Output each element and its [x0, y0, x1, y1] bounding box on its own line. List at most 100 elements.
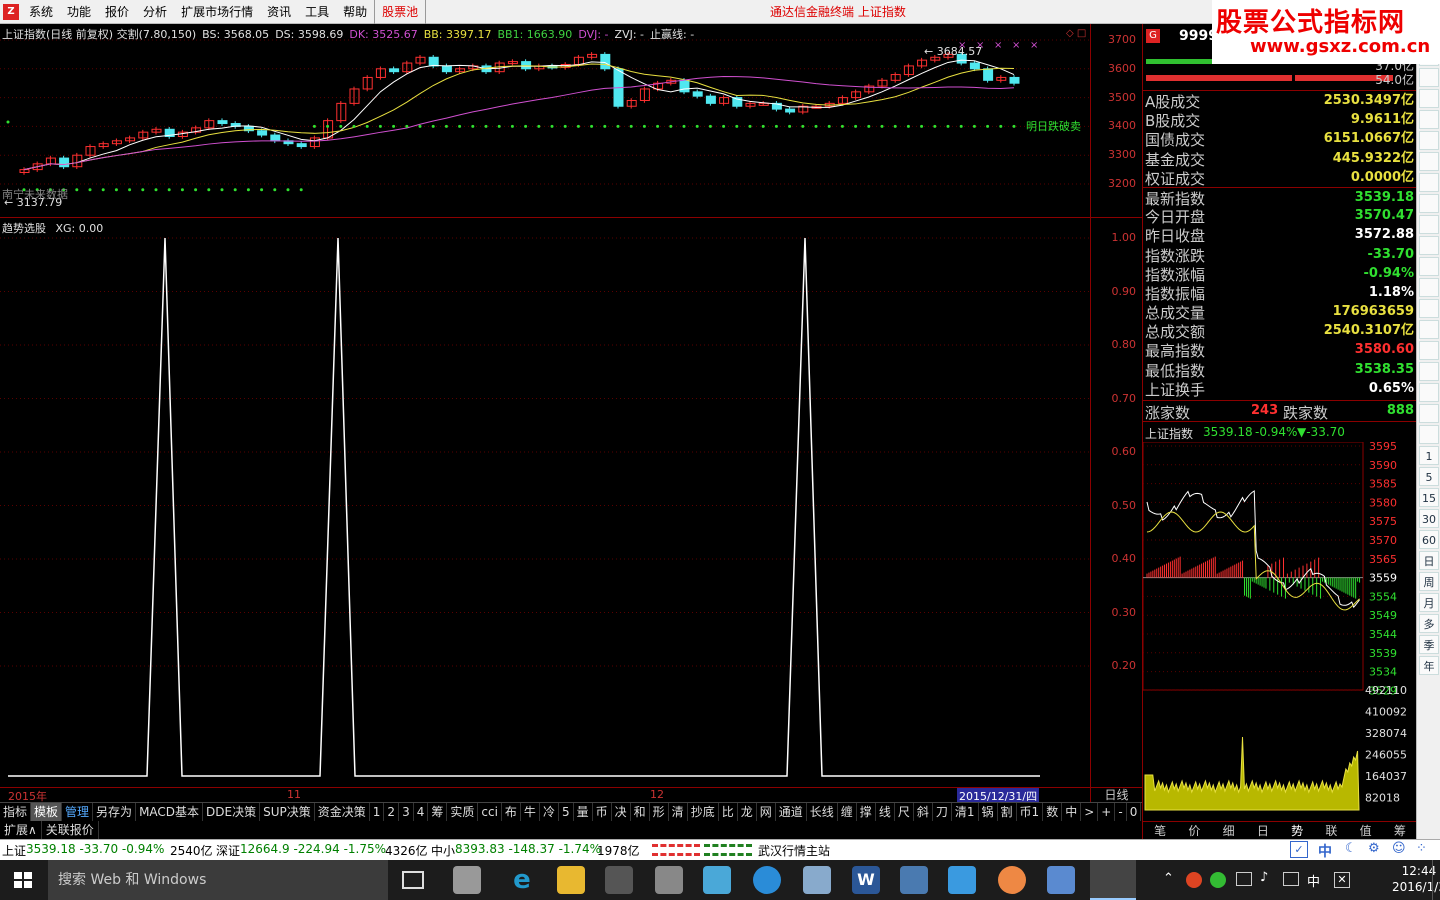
tab-15[interactable]: 布 — [502, 803, 521, 821]
f2-icon[interactable] — [1419, 131, 1439, 150]
tab-10[interactable]: 3 — [399, 803, 414, 821]
pen-icon[interactable] — [1419, 341, 1439, 360]
tab-13[interactable]: 实质 — [447, 803, 479, 821]
tab-8[interactable]: 1 — [370, 803, 385, 821]
file-explorer-icon[interactable] — [557, 866, 585, 894]
tab-3[interactable]: 另存为 — [93, 803, 137, 821]
tab-44[interactable]: + — [1098, 803, 1116, 821]
indicator-chart[interactable]: 趋势选股 XG: 0.00 — [0, 217, 1090, 787]
menu-item-6[interactable]: 工具 — [298, 0, 336, 24]
list-icon[interactable] — [1419, 89, 1439, 108]
period-button-日[interactable]: 日 — [1419, 551, 1439, 570]
tab-19[interactable]: 量 — [574, 803, 593, 821]
edge-browser-icon[interactable]: e — [508, 866, 536, 894]
kline-chart[interactable]: × × × × × ← 3684.57 ← 3137.79 明日跌破卖 南宁未来数据 ◇ □ 上证… — [0, 24, 1090, 217]
tab-17[interactable]: 冷 — [540, 803, 559, 821]
tab-24[interactable]: 清 — [669, 803, 688, 821]
taskbar-ime[interactable]: 中 — [1307, 871, 1320, 890]
calculator-icon[interactable] — [655, 866, 683, 894]
stock-app-active-icon[interactable] — [1090, 860, 1136, 900]
user-icon[interactable]: ☺ — [1392, 841, 1406, 856]
browser-app-icon[interactable] — [998, 866, 1026, 894]
period-button-多[interactable]: 多 — [1419, 614, 1439, 633]
expand-button[interactable]: 扩展∧ — [0, 821, 42, 839]
f3-icon[interactable] — [1419, 152, 1439, 171]
show-desktop-button[interactable] — [1432, 860, 1440, 900]
quote-tab-5[interactable]: 联 — [1314, 822, 1348, 839]
sh-index[interactable]: 3539.18 -33.70 -0.94% — [26, 842, 164, 856]
rsi-icon[interactable] — [1419, 299, 1439, 318]
check-icon[interactable]: ✓ — [1290, 841, 1308, 858]
f5-icon[interactable] — [1419, 194, 1439, 213]
quote-tab-0[interactable]: 笔 — [1143, 822, 1177, 839]
tab-27[interactable]: 龙 — [738, 803, 757, 821]
menu-item-5[interactable]: 资讯 — [260, 0, 298, 24]
period-button-1[interactable]: 1 — [1419, 446, 1439, 465]
tab-32[interactable]: 撑 — [857, 803, 876, 821]
tab-16[interactable]: 牛 — [521, 803, 540, 821]
grid-icon[interactable] — [1419, 68, 1439, 87]
tab-33[interactable]: 线 — [876, 803, 895, 821]
tab-1[interactable]: 模板 — [31, 803, 63, 821]
menu-item-7[interactable]: 帮助 — [336, 0, 374, 24]
tray-app-icon-1[interactable] — [1186, 872, 1202, 888]
tab-25[interactable]: 抄底 — [688, 803, 719, 821]
list2-icon[interactable] — [1419, 425, 1439, 444]
period-button-30[interactable]: 30 — [1419, 509, 1439, 528]
photos-app-icon[interactable] — [453, 866, 481, 894]
f4-icon[interactable] — [1419, 173, 1439, 192]
moon-icon[interactable]: ☾ — [1345, 841, 1357, 856]
tab-12[interactable]: 筹 — [428, 803, 448, 821]
tab-11[interactable]: 4 — [414, 803, 429, 821]
period-button-周[interactable]: 周 — [1419, 572, 1439, 591]
tab-43[interactable]: > — [1081, 803, 1099, 821]
menu-item-4[interactable]: 扩展市场行情 — [174, 0, 260, 24]
tab-41[interactable]: 数 — [1043, 803, 1063, 821]
quote-tab-1[interactable]: 价 — [1177, 822, 1211, 839]
intraday-chart[interactable]: 3595 3590 3585 3580 3575 3570 3565 3559 3554 3549… — [1142, 440, 1417, 812]
plus-icon[interactable] — [1419, 383, 1439, 402]
tab-46[interactable]: 0 — [1127, 803, 1142, 821]
tray-monitor-icon[interactable] — [1236, 872, 1252, 886]
f6-icon[interactable] — [1419, 215, 1439, 234]
tab-18[interactable]: 5 — [559, 803, 574, 821]
tab-5[interactable]: DDE决策 — [203, 803, 261, 821]
period-button-60[interactable]: 60 — [1419, 530, 1439, 549]
minus-icon[interactable] — [1419, 404, 1439, 423]
store-icon[interactable] — [605, 866, 633, 894]
sz-index[interactable]: 12664.9 -224.94 -1.75% — [240, 842, 386, 856]
cloud-app-icon[interactable] — [753, 866, 781, 894]
quote-tab-4[interactable]: 势 — [1280, 822, 1314, 839]
tab-31[interactable]: 缠 — [838, 803, 857, 821]
tab-36[interactable]: 刀 — [933, 803, 952, 821]
quote-tab-3[interactable]: 日 — [1246, 822, 1280, 839]
circle-icon[interactable] — [1419, 236, 1439, 255]
tab-21[interactable]: 决 — [612, 803, 631, 821]
grid-icon[interactable]: ⁘ — [1416, 841, 1427, 856]
tab-42[interactable]: 中 — [1062, 803, 1082, 821]
word-app-icon[interactable]: W — [852, 866, 880, 894]
windows-start-icon[interactable] — [14, 872, 32, 888]
tray-close-icon[interactable]: ✕ — [1334, 872, 1350, 888]
settings-icon[interactable]: ⚙ — [1368, 841, 1380, 856]
tab-34[interactable]: 尺 — [895, 803, 914, 821]
ime-indicator[interactable]: 中 — [1318, 841, 1332, 861]
menu-item-8[interactable]: 股票池 — [374, 0, 427, 24]
mail-app-icon[interactable] — [948, 866, 976, 894]
tray-up-icon[interactable]: ⌃ — [1163, 871, 1174, 886]
network-app-icon[interactable] — [1047, 866, 1075, 894]
tab-4[interactable]: MACD基本 — [136, 803, 204, 821]
period-button-季[interactable]: 季 — [1419, 635, 1439, 654]
period-button-月[interactable]: 月 — [1419, 593, 1439, 612]
move2-icon[interactable] — [1419, 362, 1439, 381]
media-player-icon[interactable] — [703, 866, 731, 894]
tab-0[interactable]: 指标 — [0, 803, 32, 821]
tab-29[interactable]: 通道 — [776, 803, 807, 821]
tray-app-icon-2[interactable] — [1210, 872, 1226, 888]
f1-icon[interactable] — [1419, 110, 1439, 129]
menu-item-2[interactable]: 报价 — [98, 0, 136, 24]
tab-28[interactable]: 网 — [757, 803, 776, 821]
tab-23[interactable]: 形 — [650, 803, 669, 821]
tab-39[interactable]: 割 — [998, 803, 1017, 821]
period-label[interactable]: 日线 — [1090, 787, 1142, 802]
